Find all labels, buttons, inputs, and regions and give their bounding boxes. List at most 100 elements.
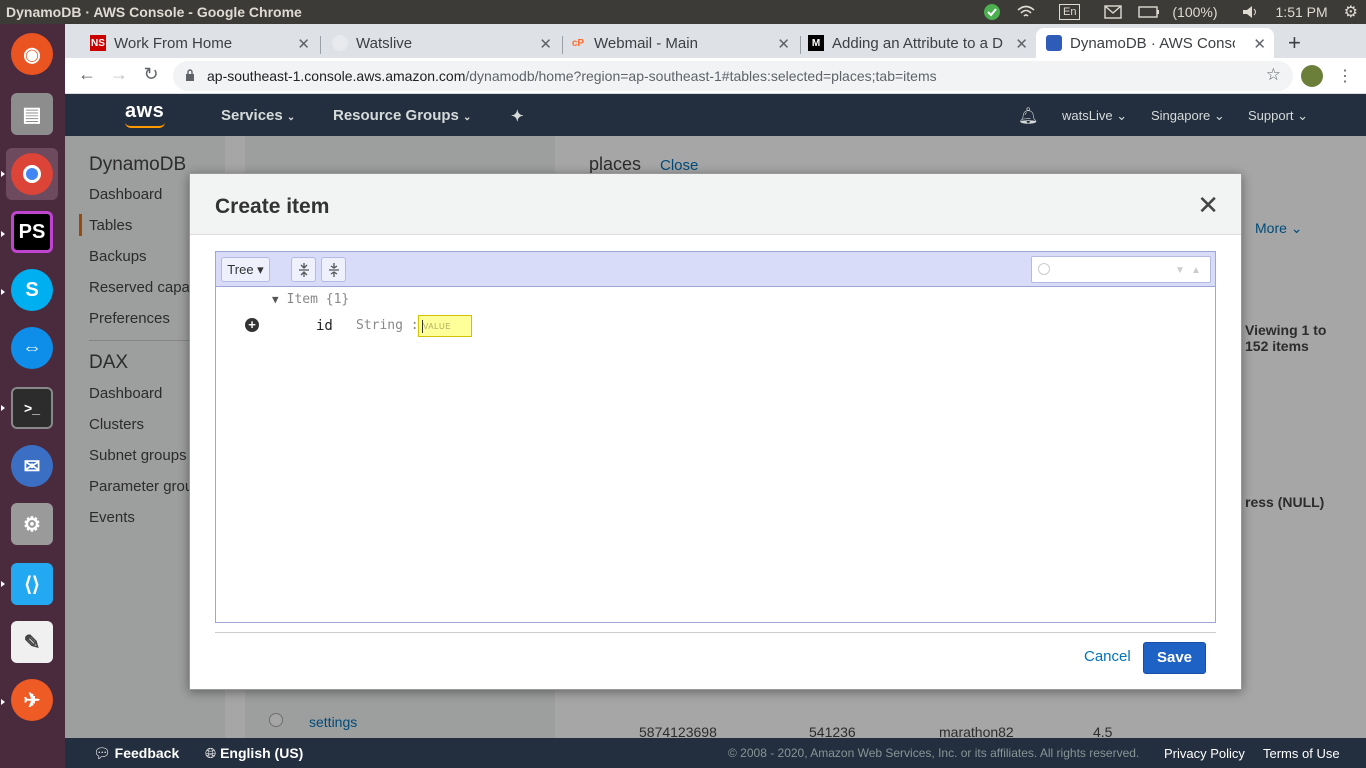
favicon: cP <box>571 37 585 49</box>
value-placeholder: VALUE <box>423 322 452 331</box>
browser-window: NS Work From Home ✕ Watslive ✕ cP Webmai… <box>65 24 1366 768</box>
terms-of-use-link[interactable]: Terms of Use <box>1263 746 1340 761</box>
mail-client-icon: ✉ <box>11 445 53 487</box>
field-value-input[interactable]: VALUE <box>418 315 472 337</box>
collapse-all-icon[interactable] <box>321 257 346 282</box>
ubuntu-logo-icon: ◉ <box>11 33 53 75</box>
reload-icon[interactable]: ↻ <box>139 64 163 85</box>
dialog-header: Create item ✕ <box>190 174 1241 235</box>
add-field-icon[interactable]: + <box>245 318 259 332</box>
close-tab-icon[interactable]: ✕ <box>539 35 552 53</box>
tab-separator <box>320 36 321 54</box>
search-next-icon[interactable]: ▼ <box>1175 265 1185 276</box>
launcher-phpstorm[interactable]: PS <box>6 206 58 258</box>
tab-work-from-home[interactable]: NS Work From Home ✕ <box>80 28 318 58</box>
launcher-terminal[interactable]: >_ <box>6 382 58 434</box>
launcher-chrome[interactable] <box>6 148 58 200</box>
chevron-down-icon: ⌄ <box>463 112 472 123</box>
tree-root-node[interactable]: ▼ Item {1} <box>272 292 349 307</box>
volume-icon[interactable] <box>1242 5 1260 19</box>
launcher-thunderbird[interactable]: ✉ <box>6 440 58 492</box>
address-bar[interactable]: ap-southeast-1.console.aws.amazon.com/dy… <box>173 61 1293 91</box>
favicon: NS <box>90 35 106 51</box>
running-indicator <box>1 289 5 295</box>
clock[interactable]: 1:51 PM <box>1276 4 1328 20</box>
url-text: ap-southeast-1.console.aws.amazon.com/dy… <box>207 68 937 84</box>
expand-triangle-icon[interactable]: ▼ <box>272 293 279 306</box>
mode-dropdown[interactable]: Tree ▾ <box>221 257 270 282</box>
json-tree-editor: Tree ▾ ▼ ▲ ▼ Item {1} + id String : VALU… <box>215 251 1216 623</box>
launcher-files[interactable]: ▤ <box>6 88 58 140</box>
terminal-icon: >_ <box>11 387 53 429</box>
profile-avatar[interactable] <box>1301 65 1323 87</box>
settings-gear-icon[interactable]: ⚙ <box>1344 2 1358 22</box>
new-tab-icon[interactable]: + <box>1288 30 1301 56</box>
tab-webmail[interactable]: cP Webmail - Main ✕ <box>560 28 798 58</box>
launcher-text-editor[interactable]: ✎ <box>6 616 58 668</box>
os-top-bar: DynamoDB · AWS Console - Google Chrome E… <box>0 0 1366 24</box>
editor-search-input[interactable]: ▼ ▲ <box>1031 256 1211 283</box>
tab-strip: NS Work From Home ✕ Watslive ✕ cP Webmai… <box>65 24 1366 58</box>
feedback-link[interactable]: 💬︎ Feedback <box>93 745 179 762</box>
services-menu[interactable]: Services ⌄ <box>221 107 295 124</box>
expand-all-icon[interactable] <box>291 257 316 282</box>
notification-bell-icon[interactable]: 🔔︎ <box>1018 106 1038 126</box>
launcher-system-tools[interactable]: ⚙ <box>6 498 58 550</box>
chrome-icon <box>11 153 53 195</box>
text-editor-icon: ✎ <box>11 621 53 663</box>
privacy-policy-link[interactable]: Privacy Policy <box>1164 746 1245 761</box>
mail-icon[interactable] <box>1104 5 1123 19</box>
window-title: DynamoDB · AWS Console - Google Chrome <box>6 4 302 20</box>
search-icon <box>1038 263 1050 275</box>
update-icon[interactable] <box>983 3 1001 21</box>
favicon <box>332 35 348 51</box>
resource-groups-menu[interactable]: Resource Groups ⌄ <box>333 107 471 124</box>
tab-watslive[interactable]: Watslive ✕ <box>322 28 560 58</box>
copyright: © 2008 - 2020, Amazon Web Services, Inc.… <box>728 746 1140 760</box>
battery-indicator[interactable]: (100%) <box>1138 4 1225 20</box>
launcher-postman[interactable]: ✈ <box>6 674 58 726</box>
launcher-teamviewer[interactable]: ⇔ <box>6 322 58 374</box>
pin-icon[interactable]: ✦ <box>511 107 524 125</box>
vscode-icon: ⟨⟩ <box>11 563 53 605</box>
menu-kebab-icon[interactable]: ⋮ <box>1337 66 1353 86</box>
close-icon[interactable]: ✕ <box>1197 192 1219 218</box>
forward-arrow-icon[interactable]: → <box>107 64 131 85</box>
running-indicator <box>1 171 5 177</box>
cancel-button[interactable]: Cancel <box>1084 648 1131 665</box>
region-menu[interactable]: Singapore ⌄ <box>1151 108 1225 124</box>
browser-toolbar: ← → ↻ ap-southeast-1.console.aws.amazon.… <box>65 58 1366 94</box>
support-menu[interactable]: Support ⌄ <box>1248 108 1308 124</box>
close-tab-icon[interactable]: ✕ <box>297 35 310 53</box>
running-indicator <box>1 405 5 411</box>
battery-icon <box>1138 6 1160 18</box>
file-cabinet-icon: ▤ <box>11 93 53 135</box>
close-tab-icon[interactable]: ✕ <box>777 35 790 53</box>
save-button[interactable]: Save <box>1143 642 1206 674</box>
unity-launcher: ◉ ▤ PS S ⇔ >_ ✉ ⚙ ⟨⟩ ✎ ✈ <box>0 24 65 768</box>
close-tab-icon[interactable]: ✕ <box>1253 35 1266 53</box>
bookmark-star-icon[interactable]: ☆ <box>1266 65 1281 85</box>
aws-logo[interactable]: aws <box>125 100 164 123</box>
field-name[interactable]: id <box>316 318 333 334</box>
create-item-dialog: Create item ✕ Tree ▾ ▼ ▲ ▼ Item {1} + id… <box>189 173 1242 690</box>
favicon: M <box>808 35 824 51</box>
globe-icon: 🌐︎ <box>205 745 217 761</box>
language-selector[interactable]: 🌐︎ English (US) <box>205 745 303 762</box>
launcher-skype[interactable]: S <box>6 264 58 316</box>
tab-medium-article[interactable]: M Adding an Attribute to a D ✕ <box>798 28 1036 58</box>
skype-icon: S <box>11 269 53 311</box>
postman-icon: ✈ <box>11 679 53 721</box>
phpstorm-icon: PS <box>11 211 53 253</box>
keyboard-lang[interactable]: En <box>1051 4 1088 20</box>
lock-icon <box>186 69 194 81</box>
field-type: String : <box>356 318 419 333</box>
account-menu[interactable]: watsLive ⌄ <box>1062 108 1127 124</box>
wifi-icon[interactable] <box>1017 5 1035 19</box>
launcher-ubuntu[interactable]: ◉ <box>6 28 58 80</box>
tab-dynamodb[interactable]: db DynamoDB · AWS Console ✕ <box>1036 28 1274 58</box>
launcher-vscode[interactable]: ⟨⟩ <box>6 558 58 610</box>
back-arrow-icon[interactable]: ← <box>75 64 99 85</box>
search-prev-icon[interactable]: ▲ <box>1191 265 1201 276</box>
close-tab-icon[interactable]: ✕ <box>1015 35 1028 53</box>
